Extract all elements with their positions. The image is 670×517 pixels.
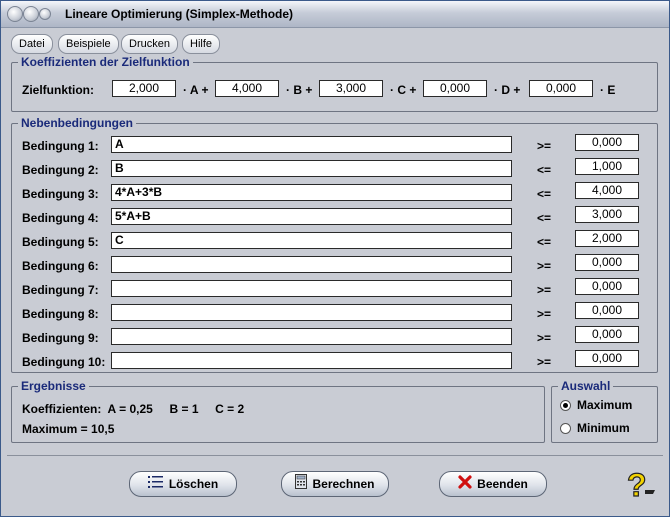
constraint-expr-input[interactable] — [111, 280, 512, 297]
results-group: Ergebnisse Koeffizienten: A = 0,25 B = 1… — [11, 379, 545, 443]
constraint-label: Bedingung 5: — [22, 235, 99, 249]
exit-button-label: Beenden — [477, 477, 528, 491]
coef-a-input[interactable]: 2,000 — [112, 80, 176, 97]
menu-hilfe[interactable]: Hilfe — [182, 34, 221, 54]
constraint-expr-input[interactable] — [111, 352, 512, 369]
constraint-label: Bedingung 2: — [22, 163, 99, 177]
constraint-label: Bedingung 1: — [22, 139, 99, 153]
constraint-label: Bedingung 6: — [22, 259, 99, 273]
constraint-value-input[interactable]: 0,000 — [575, 302, 639, 319]
constraint-label: Bedingung 7: — [22, 283, 99, 297]
window-title: Lineare Optimierung (Simplex-Methode) — [65, 7, 294, 21]
constraint-value-input[interactable]: 3,000 — [575, 206, 639, 223]
help-question-icon[interactable]: ? — [623, 466, 657, 504]
constraints-group: Nebenbedingungen Bedingung 1: A >= 0,000… — [11, 116, 658, 373]
objective-group-title: Koeffizienten der Zielfunktion — [18, 55, 193, 69]
minimize-window-button[interactable] — [23, 6, 39, 22]
clear-button-label: Löschen — [168, 477, 219, 491]
constraint-expr-input[interactable]: B — [111, 160, 512, 177]
constraint-value-input[interactable]: 0,000 — [575, 134, 639, 151]
minimum-radio-label[interactable]: Minimum — [577, 421, 630, 435]
constraint-expr-input[interactable] — [111, 328, 512, 345]
constraint-value-input[interactable]: 0,000 — [575, 278, 639, 295]
exit-button[interactable]: Beenden — [439, 471, 547, 497]
maximum-radio-label[interactable]: Maximum — [577, 398, 632, 412]
menu-bar: Datei Beispiele Drucken Hilfe — [7, 32, 663, 54]
constraint-value-input[interactable]: 1,000 — [575, 158, 639, 175]
constraint-expr-input[interactable]: 4*A+3*B — [111, 184, 512, 201]
constraint-relation: <= — [537, 235, 552, 249]
constraint-relation: >= — [537, 283, 552, 297]
calculator-icon — [295, 473, 308, 497]
calculate-button[interactable]: Berechnen — [281, 471, 389, 497]
clear-button[interactable]: Löschen — [129, 471, 237, 497]
constraint-relation: <= — [537, 163, 552, 177]
coef-b-input[interactable]: 4,000 — [215, 80, 279, 97]
window-menu-icon[interactable] — [39, 8, 51, 20]
term-c-label: · C + — [390, 83, 417, 97]
constraint-label: Bedingung 4: — [22, 211, 99, 225]
app-window: Lineare Optimierung (Simplex-Methode) Da… — [0, 0, 670, 517]
constraint-label: Bedingung 3: — [22, 187, 99, 201]
constraint-relation: <= — [537, 211, 552, 225]
menu-drucken[interactable]: Drucken — [121, 34, 178, 54]
constraint-value-input[interactable]: 2,000 — [575, 230, 639, 247]
constraint-value-input[interactable]: 0,000 — [575, 350, 639, 367]
objective-group: Koeffizienten der Zielfunktion Zielfunkt… — [11, 55, 658, 112]
red-x-icon — [458, 473, 472, 497]
svg-text:?: ? — [627, 467, 647, 502]
constraint-value-input[interactable]: 4,000 — [575, 182, 639, 199]
button-bar: Löschen Berechnen Beenden ? — [7, 455, 663, 512]
constraint-relation: >= — [537, 331, 552, 345]
term-e-label: · E — [600, 83, 616, 97]
menu-datei[interactable]: Datei — [11, 34, 53, 54]
constraints-group-title: Nebenbedingungen — [18, 116, 136, 130]
maximum-radio[interactable] — [560, 400, 571, 411]
term-b-label: · B + — [286, 83, 313, 97]
constraint-relation: >= — [537, 139, 552, 153]
constraint-expr-input[interactable]: 5*A+B — [111, 208, 512, 225]
constraint-relation: >= — [537, 307, 552, 321]
selection-group: Auswahl Maximum Minimum — [551, 379, 658, 443]
constraint-value-input[interactable]: 0,000 — [575, 326, 639, 343]
constraint-relation: <= — [537, 187, 552, 201]
constraint-expr-input[interactable] — [111, 304, 512, 321]
constraint-expr-input[interactable] — [111, 256, 512, 273]
selection-group-title: Auswahl — [558, 379, 614, 393]
coef-d-input[interactable]: 0,000 — [423, 80, 487, 97]
clear-list-icon — [147, 473, 164, 497]
objective-label: Zielfunktion: — [22, 83, 94, 97]
coef-e-input[interactable]: 0,000 — [529, 80, 593, 97]
constraint-expr-input[interactable]: C — [111, 232, 512, 249]
constraint-relation: >= — [537, 259, 552, 273]
results-group-title: Ergebnisse — [18, 379, 89, 393]
calculate-button-label: Berechnen — [312, 477, 375, 491]
menu-beispiele[interactable]: Beispiele — [58, 34, 119, 54]
constraint-expr-input[interactable]: A — [111, 136, 512, 153]
constraint-label: Bedingung 10: — [22, 355, 106, 369]
constraint-label: Bedingung 8: — [22, 307, 99, 321]
constraint-label: Bedingung 9: — [22, 331, 99, 345]
results-coefficients: Koeffizienten: A = 0,25 B = 1 C = 2 — [22, 402, 245, 416]
coef-c-input[interactable]: 3,000 — [319, 80, 383, 97]
term-a-label: · A + — [183, 83, 209, 97]
close-window-button[interactable] — [7, 6, 23, 22]
minimum-radio[interactable] — [560, 423, 571, 434]
constraint-value-input[interactable]: 0,000 — [575, 254, 639, 271]
title-bar: Lineare Optimierung (Simplex-Methode) — [1, 1, 669, 28]
constraint-relation: >= — [537, 355, 552, 369]
term-d-label: · D + — [494, 83, 521, 97]
results-maximum: Maximum = 10,5 — [22, 422, 115, 436]
